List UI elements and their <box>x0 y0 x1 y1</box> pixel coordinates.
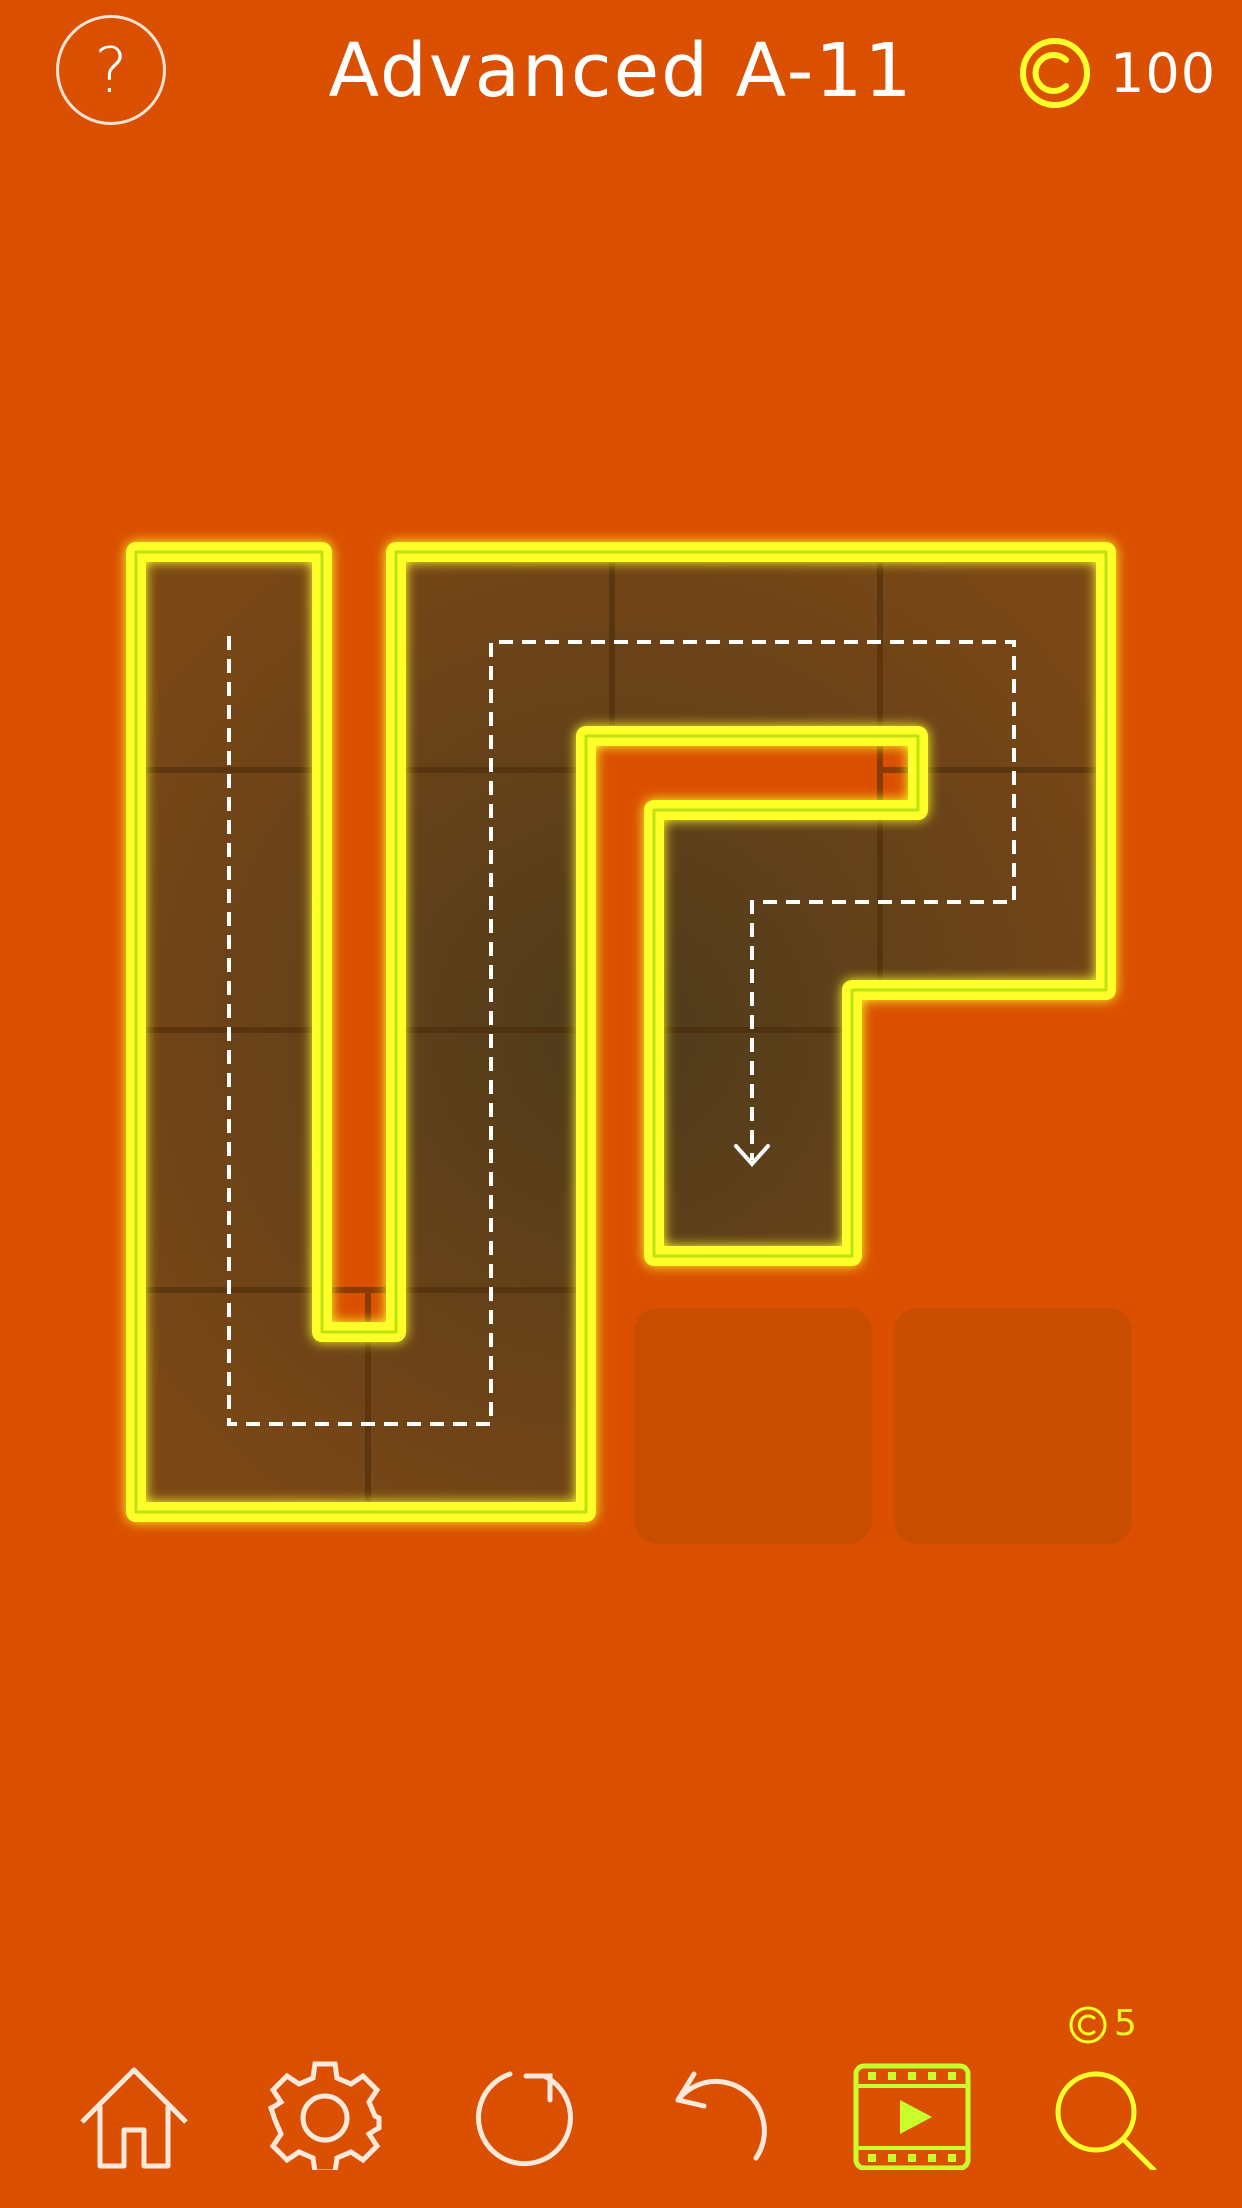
undo-button[interactable] <box>656 2020 786 2170</box>
video-hint-button[interactable] <box>852 2020 982 2170</box>
home-icon <box>80 2067 188 2169</box>
home-button[interactable] <box>68 2020 198 2170</box>
bottom-toolbar <box>0 2020 1242 2208</box>
settings-button[interactable] <box>260 2020 390 2170</box>
route-guide <box>227 636 1016 1426</box>
restart-button[interactable] <box>456 2020 586 2170</box>
empty-slot[interactable] <box>894 1308 1132 1544</box>
undo-icon <box>675 2071 767 2161</box>
empty-slot[interactable] <box>634 1308 872 1544</box>
video-icon <box>853 2063 971 2170</box>
restart-icon <box>476 2071 573 2167</box>
magnifier-icon <box>1055 2071 1157 2170</box>
hint-button[interactable] <box>1050 2020 1180 2170</box>
puzzle-board[interactable] <box>0 0 1242 2208</box>
gear-icon <box>267 2061 382 2170</box>
